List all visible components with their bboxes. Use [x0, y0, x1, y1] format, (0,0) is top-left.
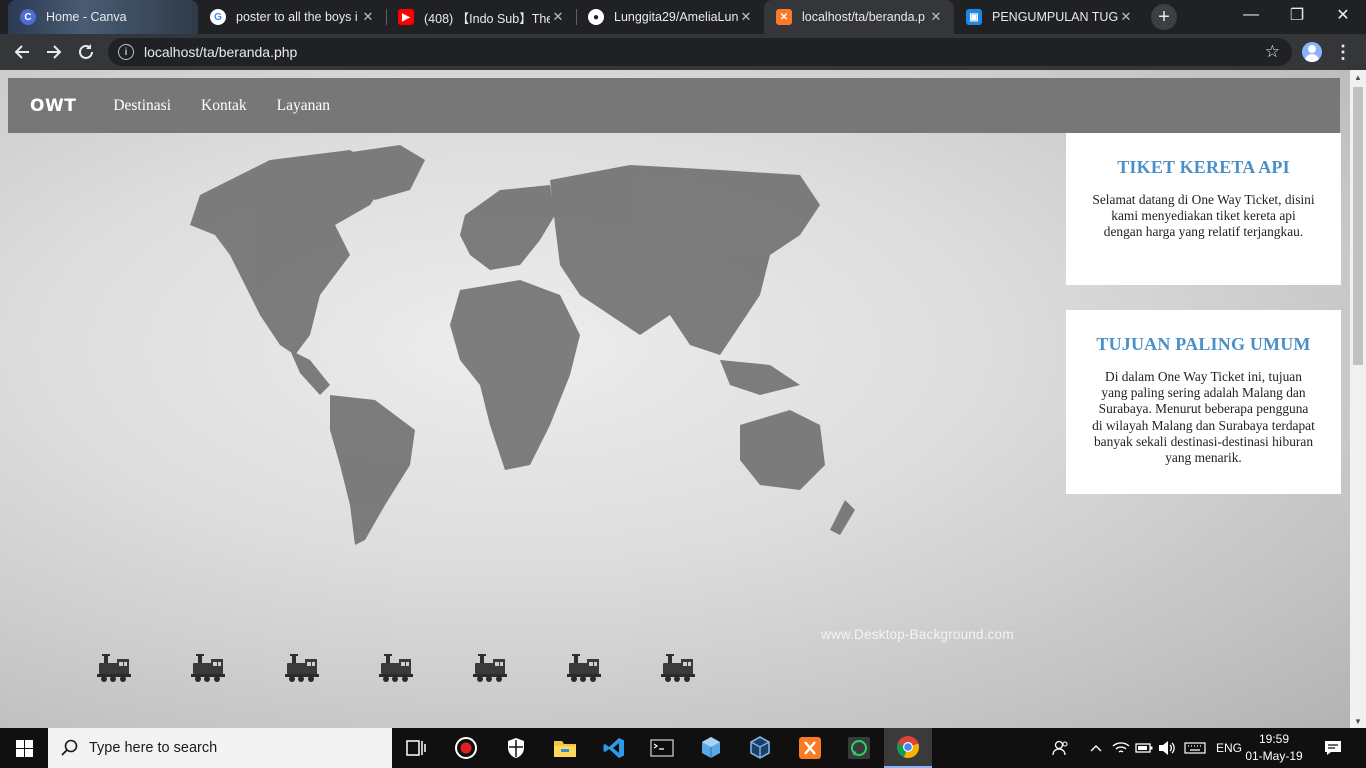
close-window-button[interactable]: ✕ — [1320, 0, 1366, 30]
background-watermark: www.Desktop-Background.com — [821, 627, 1014, 642]
google-icon: G — [210, 9, 226, 25]
reload-button[interactable] — [72, 38, 100, 66]
back-button[interactable] — [8, 38, 36, 66]
start-button[interactable] — [0, 728, 48, 768]
tab-localhost[interactable]: ✕ localhost/ta/beranda.p ✕ — [764, 0, 954, 34]
close-tab-icon[interactable]: ✕ — [928, 9, 944, 25]
tab-google[interactable]: G poster to all the boys i ✕ — [198, 0, 386, 34]
scroll-down-icon[interactable]: ▼ — [1350, 714, 1366, 728]
close-tab-icon[interactable]: ✕ — [550, 9, 566, 25]
volume-icon[interactable] — [1156, 728, 1178, 768]
taskbar-search[interactable]: Type here to search — [48, 728, 392, 768]
clock-date: 01-May-19 — [1245, 749, 1303, 763]
reload-icon — [79, 44, 93, 59]
tab-title: Lunggita29/AmeliaLung — [614, 10, 738, 24]
tab-title: PENGUMPULAN TUGAS — [992, 10, 1118, 24]
train-icon — [473, 654, 507, 682]
people-icon[interactable] — [1048, 728, 1074, 768]
virtualbox-icon[interactable] — [736, 728, 784, 768]
scrollbar-thumb[interactable] — [1353, 87, 1363, 365]
card-title: TUJUAN PALING UMUM — [1096, 334, 1311, 354]
card-text: Selamat datang di One Way Ticket, disini… — [1092, 192, 1315, 240]
browser-toolbar: i localhost/ta/beranda.php ☆ ⋮ — [0, 34, 1366, 70]
train-icon — [661, 654, 695, 682]
tab-title: (408) 【Indo Sub】The Bi — [424, 11, 550, 26]
file-explorer-icon[interactable] — [541, 728, 589, 768]
tab-classroom[interactable]: ▣ PENGUMPULAN TUGAS ✕ — [954, 0, 1144, 34]
minimize-button[interactable]: — — [1228, 0, 1274, 30]
close-tab-icon[interactable]: ✕ — [360, 9, 376, 25]
bookmark-star-icon[interactable]: ☆ — [1265, 42, 1280, 62]
clock-time: 19:59 — [1258, 732, 1290, 746]
battery-icon[interactable] — [1134, 728, 1154, 768]
train-icon — [379, 654, 413, 682]
github-icon: ● — [588, 9, 604, 25]
info-card-tujuan: TUJUAN PALING UMUM Di dalam One Way Tick… — [1066, 310, 1341, 494]
forward-button[interactable] — [40, 38, 68, 66]
tab-youtube[interactable]: ▶ (408) 【Indo Sub】The Bi ✕ — [386, 0, 576, 34]
taskbar-clock[interactable]: 19:59 01-May-19 — [1244, 731, 1304, 765]
tab-title: Home - Canva — [46, 10, 127, 24]
chrome-taskbar-icon[interactable] — [884, 728, 932, 768]
arrow-left-icon — [14, 45, 29, 59]
wifi-icon[interactable] — [1110, 728, 1132, 768]
world-map-background — [190, 145, 855, 545]
train-icon — [191, 654, 225, 682]
site-logo[interactable]: OWT — [30, 96, 76, 116]
canva-icon: C — [20, 9, 36, 25]
page-scrollbar[interactable]: ▲ ▼ — [1350, 70, 1366, 728]
search-placeholder: Type here to search — [89, 740, 218, 756]
nav-link-layanan[interactable]: Layanan — [277, 97, 330, 115]
browser-menu-icon[interactable]: ⋮ — [1332, 40, 1354, 64]
tab-title: poster to all the boys i — [236, 10, 358, 24]
terminal-icon[interactable] — [638, 728, 686, 768]
new-tab-button[interactable]: + — [1151, 4, 1177, 30]
info-icon[interactable]: i — [118, 44, 134, 60]
language-indicator[interactable]: ENG — [1212, 728, 1246, 768]
nav-link-destinasi[interactable]: Destinasi — [113, 97, 171, 115]
notifications-icon[interactable] — [1318, 728, 1348, 768]
web-page: www.Desktop-Background.com OWT Destinasi… — [0, 70, 1350, 728]
search-icon — [61, 739, 78, 756]
close-tab-icon[interactable]: ✕ — [1118, 9, 1134, 25]
scroll-up-icon[interactable]: ▲ — [1350, 70, 1366, 84]
info-card-tiket: TIKET KERETA API Selamat datang di One W… — [1066, 133, 1341, 285]
site-navbar: OWT Destinasi Kontak Layanan — [8, 78, 1340, 133]
tab-github[interactable]: ● Lunggita29/AmeliaLung ✕ — [576, 0, 764, 34]
card-title: TIKET KERETA API — [1117, 157, 1290, 177]
windows-logo-icon — [15, 739, 33, 757]
train-icon — [285, 654, 319, 682]
train-icon — [97, 654, 131, 682]
whatsapp-icon[interactable] — [835, 728, 883, 768]
screen-recorder-icon[interactable] — [442, 728, 490, 768]
xampp-taskbar-icon[interactable] — [786, 728, 834, 768]
classroom-icon: ▣ — [966, 9, 982, 25]
arrow-right-icon — [47, 45, 62, 59]
url-text[interactable]: localhost/ta/beranda.php — [144, 44, 1265, 60]
nav-link-kontak[interactable]: Kontak — [201, 97, 247, 115]
youtube-icon: ▶ — [398, 9, 414, 25]
tab-strip: C Home - Canva G poster to all the boys … — [0, 0, 1366, 34]
vscode-icon[interactable] — [590, 728, 638, 768]
tray-chevron-up-icon[interactable] — [1086, 728, 1106, 768]
xampp-icon: ✕ — [776, 9, 792, 25]
task-view-icon[interactable] — [392, 728, 440, 768]
windows-taskbar: Type here to search ENG 19:59 01-May-19 — [0, 728, 1366, 768]
tab-title: localhost/ta/beranda.p — [802, 10, 926, 24]
tab-canva[interactable]: C Home - Canva — [8, 0, 198, 34]
keyboard-icon[interactable] — [1182, 728, 1208, 768]
3d-cube-icon[interactable] — [687, 728, 735, 768]
card-text: Di dalam One Way Ticket ini, tujuan yang… — [1092, 369, 1315, 466]
train-icon — [567, 654, 601, 682]
address-bar[interactable]: i localhost/ta/beranda.php ☆ — [108, 38, 1292, 66]
restore-button[interactable]: ❐ — [1274, 0, 1320, 30]
close-tab-icon[interactable]: ✕ — [738, 9, 754, 25]
profile-avatar[interactable] — [1302, 42, 1322, 62]
security-shield-icon[interactable] — [492, 728, 540, 768]
